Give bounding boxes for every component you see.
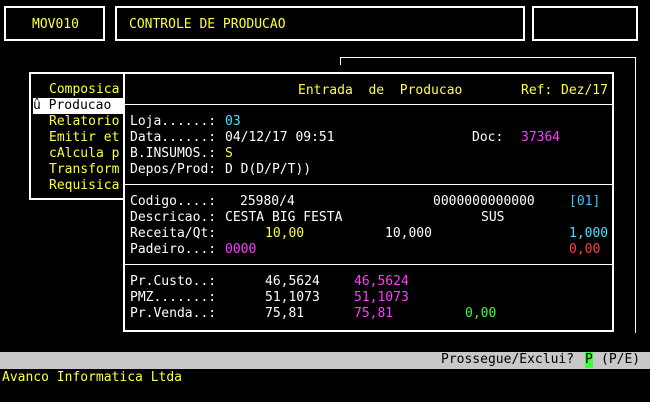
dialog-divider-1: [125, 104, 612, 105]
dialog-divider-2: [125, 184, 612, 185]
page-title: CONTROLE DE PRODUCAO: [129, 17, 286, 32]
menu-item-requisicao[interactable]: Requisica: [49, 178, 119, 194]
data-field[interactable]: 04/12/17 09:51: [225, 130, 335, 146]
descricao-field: CESTA BIG FESTA: [225, 210, 343, 225]
padeiro-field[interactable]: 0000: [225, 242, 256, 258]
padeiro-extra: 0,00: [569, 242, 601, 257]
depos-field[interactable]: D D(D/P/T)): [225, 162, 311, 178]
codigo-field[interactable]: 25980/4: [240, 194, 295, 210]
menu-item-calcula[interactable]: cAlcula p: [49, 146, 119, 162]
side-menu: Composica û Producao Relatorio Emitir et…: [29, 72, 129, 200]
company-name: Avanco Informatica Ltda: [2, 370, 183, 385]
status-options: (P/E): [601, 352, 641, 367]
receita-field[interactable]: 10,00: [265, 226, 304, 242]
venda-label: Pr.Venda..:: [130, 306, 217, 321]
menu-item-composicao[interactable]: Composica: [49, 82, 119, 98]
factor-value: 1,000: [569, 226, 609, 241]
status-prompt: Prossegue/Exclui?: [441, 352, 575, 367]
doc-label: Doc:: [472, 130, 504, 145]
venda-value-3: 0,00: [465, 306, 497, 321]
dialog-title: Entrada de Producao: [298, 83, 463, 98]
custo-value-2: 46,5624: [354, 274, 409, 289]
loja-field[interactable]: 03: [225, 114, 241, 130]
doc-field[interactable]: 37364: [521, 130, 560, 146]
menu-item-producao[interactable]: û Producao: [33, 98, 123, 114]
status-bar: Prossegue/Exclui? P (P/E): [0, 352, 650, 369]
binsumos-field[interactable]: S: [225, 146, 233, 162]
depos-label: Depos/Prod:: [130, 162, 217, 177]
background-frame-right: [635, 57, 636, 333]
venda-value-2: 75,81: [354, 306, 394, 321]
custo-label: Pr.Custo..:: [130, 274, 217, 289]
pmz-label: PMZ.......:: [130, 290, 217, 305]
bracket-value: [01]: [569, 194, 601, 209]
descricao-label: Descricao.:: [130, 210, 217, 225]
data-label: Data......:: [130, 130, 217, 145]
venda-value: 75,81: [265, 306, 305, 321]
pmz-value-2: 51,1073: [354, 290, 409, 305]
menu-item-emitir[interactable]: Emitir et: [49, 130, 119, 146]
title-box: CONTROLE DE PRODUCAO: [115, 6, 525, 41]
dialog-divider-3: [125, 264, 612, 265]
receita-label: Receita/Qt:: [130, 226, 217, 241]
binsumos-label: B.INSUMOS.:: [130, 146, 217, 161]
ref-label: Ref:: [521, 83, 553, 98]
background-frame-line: [340, 57, 636, 58]
program-code: MOV010: [32, 17, 79, 32]
sus-value: SUS: [481, 210, 505, 225]
custo-value: 46,5624: [265, 274, 320, 289]
ref-value: Dez/17: [561, 83, 608, 98]
loja-label: Loja......:: [130, 114, 217, 129]
menu-item-transform[interactable]: Transform: [49, 162, 119, 178]
menu-item-relatorio[interactable]: Relatorio: [49, 114, 119, 130]
codigo-label: Codigo....:: [130, 194, 217, 209]
status-answer-input[interactable]: P: [585, 352, 593, 368]
right-header-box: [532, 6, 638, 41]
background-frame-left: [340, 57, 341, 65]
pmz-value: 51,1073: [265, 290, 320, 305]
qt-field: 10,000: [385, 226, 432, 241]
padeiro-label: Padeiro...:: [130, 242, 217, 257]
program-code-box: MOV010: [4, 6, 105, 41]
barcode-value: 0000000000000: [433, 194, 535, 209]
